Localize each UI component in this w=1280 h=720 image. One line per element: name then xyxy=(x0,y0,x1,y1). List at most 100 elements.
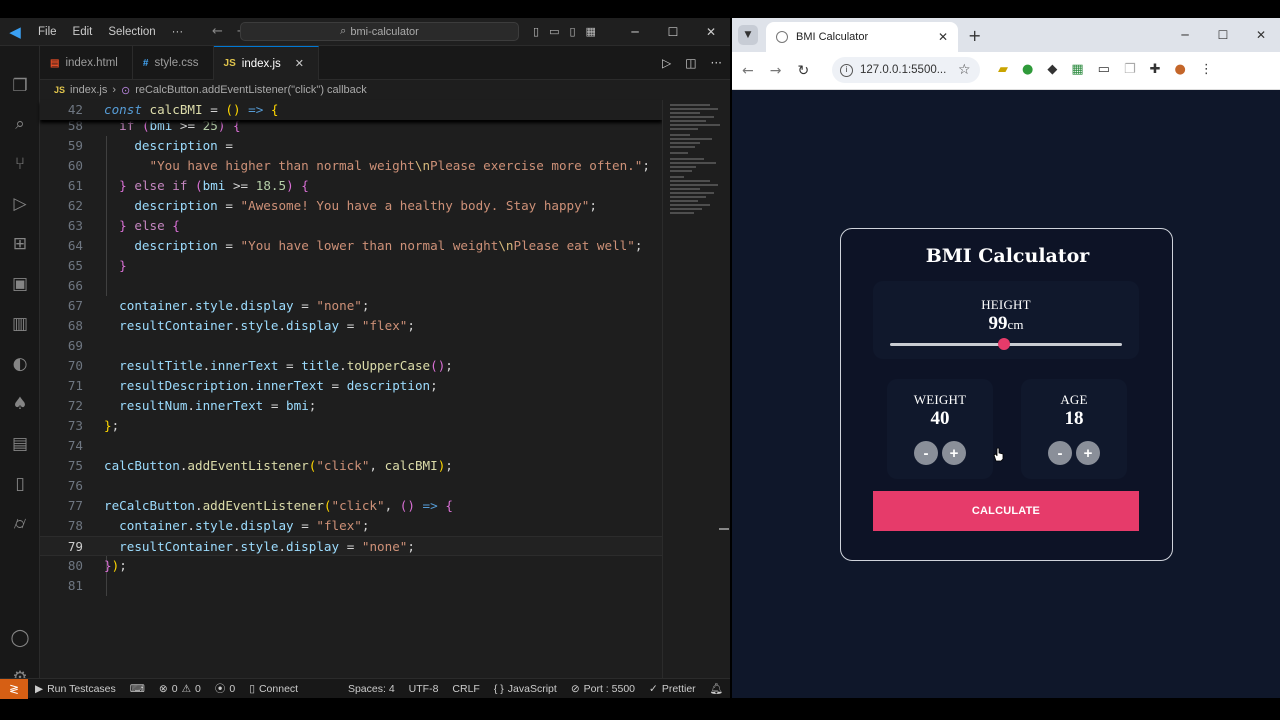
reload-icon[interactable]: ↻ xyxy=(797,63,809,79)
toggle-panel-icon[interactable]: ▭ xyxy=(549,25,559,38)
keyboard-icon[interactable]: ⌨ xyxy=(123,683,152,695)
run-debug-icon[interactable]: ▷ xyxy=(8,192,32,216)
live-server-port[interactable]: ⊘ Port : 5500 xyxy=(564,683,642,695)
bookmark-star-icon[interactable]: ☆ xyxy=(958,62,971,78)
mongodb-leaf-icon[interactable]: ♠ xyxy=(8,392,32,416)
database-icon[interactable]: ▤ xyxy=(8,432,32,456)
back-arrow-icon[interactable]: ← xyxy=(212,24,223,39)
browser-tab[interactable]: BMI Calculator ✕ xyxy=(766,22,958,52)
tab-style-css[interactable]: # style.css xyxy=(133,46,214,80)
weight-label: WEIGHT xyxy=(913,392,967,407)
code-editor[interactable]: 57 58 if (bmi >= 25) { 59 description = … xyxy=(40,98,662,687)
extension-grid-icon[interactable]: ▦ xyxy=(1071,62,1083,77)
language-mode[interactable]: { } JavaScript xyxy=(487,683,564,695)
js-icon: JS xyxy=(54,85,66,95)
maximize-icon[interactable]: ☐ xyxy=(1204,28,1242,42)
extensions-puzzle-icon[interactable]: ✚ xyxy=(1150,62,1161,77)
extensions-icon[interactable]: ⊞ xyxy=(8,232,32,256)
more-actions-icon[interactable]: ··· xyxy=(711,56,722,70)
notifications-bell-icon[interactable]: 🔔︎ xyxy=(703,682,730,695)
chrome-window: ▼ BMI Calculator ✕ + ─ ☐ ✕ ← → ↻ i 127.0… xyxy=(732,18,1280,698)
extensions-area: ▰ ● ◆ ▦ ▭ ❐ ✚ ● ⋮ xyxy=(998,62,1213,77)
explorer-icon[interactable]: ❐ xyxy=(8,74,32,98)
tab-search-chevron-icon[interactable]: ▼ xyxy=(738,25,758,45)
close-tab-icon[interactable]: ✕ xyxy=(938,30,948,44)
run-testcases[interactable]: ▶ Run Testcases xyxy=(28,683,123,695)
language-label: JavaScript xyxy=(507,682,557,695)
cylinder-icon[interactable]: ⌭ xyxy=(8,512,32,536)
forward-arrow-icon[interactable]: → xyxy=(770,63,782,79)
minimize-icon[interactable]: ─ xyxy=(1166,28,1204,42)
warning-count: 0 xyxy=(195,682,201,695)
age-increment-button[interactable]: + xyxy=(1076,441,1100,465)
minimize-icon[interactable]: ─ xyxy=(616,25,654,39)
code-line: 60 "You have higher than normal weight\n… xyxy=(67,158,650,173)
encoding-item[interactable]: UTF-8 xyxy=(402,683,446,695)
sticky-scroll-line[interactable]: 42 const calcBMI = () => { xyxy=(40,100,662,120)
weight-panel: WEIGHT 40 - + xyxy=(887,379,1004,479)
height-slider[interactable] xyxy=(890,338,1122,350)
account-icon[interactable]: ◯ xyxy=(8,626,32,650)
eol-item[interactable]: CRLF xyxy=(445,683,486,695)
minimap[interactable] xyxy=(662,100,730,687)
chart-icon[interactable]: ▥ xyxy=(8,312,32,336)
menu-more[interactable]: ··· xyxy=(164,26,192,38)
problems-indicator[interactable]: ⊗ 0 ⚠ 0 xyxy=(152,683,208,695)
profile-avatar[interactable]: ● xyxy=(1175,62,1186,77)
code-line: 71 resultDescription.innerText = descrip… xyxy=(67,378,438,393)
breadcrumb-file[interactable]: index.js xyxy=(70,84,107,96)
menu-kebab-icon[interactable]: ⋮ xyxy=(1200,62,1213,77)
close-tab-icon[interactable]: ✕ xyxy=(295,57,304,70)
search-icon[interactable]: ⌕ xyxy=(8,112,32,136)
connect-item[interactable]: ▯ Connect xyxy=(242,683,305,695)
extension-folder-icon[interactable]: ▰ xyxy=(998,62,1008,77)
extension-green-circle-icon[interactable]: ● xyxy=(1022,62,1033,77)
code-line: 72 resultNum.innerText = bmi; xyxy=(67,398,317,413)
run-icon[interactable]: ▷ xyxy=(662,56,671,70)
live-share-icon[interactable]: ◐ xyxy=(8,352,32,376)
close-icon[interactable]: ✕ xyxy=(1242,28,1280,42)
breadcrumb-symbol[interactable]: reCalcButton.addEventListener("click") c… xyxy=(135,84,367,96)
code-line: 67 container.style.display = "none"; xyxy=(67,298,370,313)
activity-bar: ❐ ⌕ ⑂ ▷ ⊞ ▣ ▥ ◐ ♠ ▤ ▯ ⌭ ◯ ⚙ xyxy=(0,46,40,688)
toggle-secondary-sidebar-icon[interactable]: ▯ xyxy=(569,25,575,38)
toggle-sidebar-icon[interactable]: ▯ xyxy=(533,25,539,38)
code-line: 64 description = "You have lower than no… xyxy=(67,238,643,253)
menu-edit[interactable]: Edit xyxy=(65,26,101,38)
menu-selection[interactable]: Selection xyxy=(100,26,163,38)
close-icon[interactable]: ✕ xyxy=(692,25,730,39)
browser-tab-title: BMI Calculator xyxy=(796,31,869,43)
extension-mascot-icon[interactable]: ◆ xyxy=(1047,62,1057,77)
extension-window-icon[interactable]: ▭ xyxy=(1098,62,1110,77)
ports-indicator[interactable]: ⦿ 0 xyxy=(208,681,242,696)
remote-explorer-icon[interactable]: ▣ xyxy=(8,272,32,296)
height-slider-thumb[interactable] xyxy=(997,338,1010,350)
customize-layout-icon[interactable]: ▦ xyxy=(586,25,596,38)
code-line: 81 xyxy=(67,578,83,593)
back-arrow-icon[interactable]: ← xyxy=(742,63,754,79)
mobile-icon[interactable]: ▯ xyxy=(8,472,32,496)
code-line: 59 description = xyxy=(67,138,233,153)
chevron-right-icon: › xyxy=(112,84,116,96)
new-tab-plus-icon[interactable]: + xyxy=(968,26,981,45)
split-editor-icon[interactable]: ◫ xyxy=(685,56,696,70)
tab-index-html[interactable]: ▤ index.html xyxy=(40,46,133,80)
weight-increment-button[interactable]: + xyxy=(942,441,966,465)
vscode-title-bar: ◀ File Edit Selection ··· ← → ⌕ bmi-calc… xyxy=(0,18,730,46)
prettier-item[interactable]: ✓ Prettier xyxy=(642,683,703,695)
age-decrement-button[interactable]: - xyxy=(1048,441,1072,465)
vscode-logo-icon: ◀ xyxy=(9,22,21,41)
remote-icon[interactable]: ≷ xyxy=(0,678,28,699)
maximize-icon[interactable]: ☐ xyxy=(654,25,692,39)
menu-file[interactable]: File xyxy=(30,26,65,38)
source-control-icon[interactable]: ⑂ xyxy=(8,152,32,176)
indentation-item[interactable]: Spaces: 4 xyxy=(341,683,402,695)
calculate-button[interactable]: CALCULATE xyxy=(873,491,1139,531)
command-center-search[interactable]: ⌕ bmi-calculator xyxy=(240,22,519,41)
site-info-icon[interactable]: i xyxy=(840,63,853,77)
tab-index-js[interactable]: JS index.js ✕ xyxy=(213,46,319,80)
extension-copy-icon[interactable]: ❐ xyxy=(1124,62,1136,77)
menu-bar: File Edit Selection ··· xyxy=(30,26,191,38)
code-line: 63 } else { xyxy=(67,218,180,233)
weight-decrement-button[interactable]: - xyxy=(914,441,938,465)
